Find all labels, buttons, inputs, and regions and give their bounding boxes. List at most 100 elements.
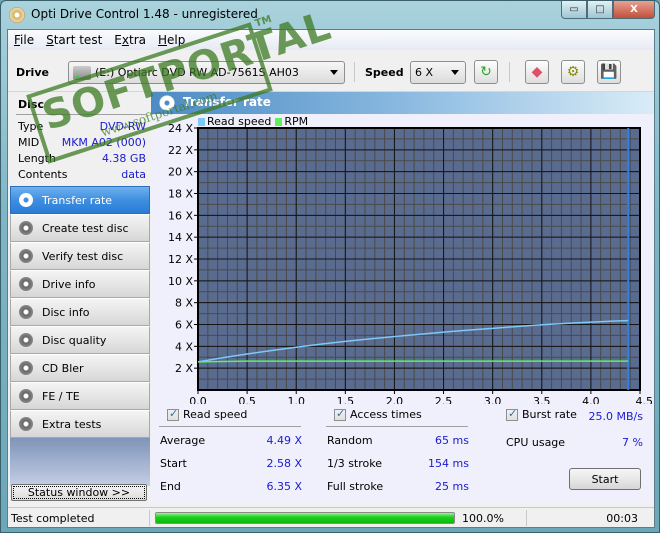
burst-rate-checkbox[interactable]: Burst rate: [506, 407, 577, 421]
disc-icon: [19, 221, 33, 235]
y-tick-label: 16 X: [168, 209, 193, 222]
y-tick-label: 24 X: [168, 122, 193, 135]
refresh-icon: ↻: [480, 64, 492, 80]
save-button[interactable]: 💾: [597, 60, 621, 84]
x-tick-label: 1.0: [287, 395, 305, 404]
erase-button[interactable]: ◆: [525, 60, 549, 84]
x-tick-label: 0.5: [238, 395, 256, 404]
stat-cpu-usage: CPU usage 7 %: [506, 436, 643, 449]
nav-disc-quality[interactable]: Disc quality: [10, 326, 150, 354]
read-speed-checkbox[interactable]: Read speed: [167, 407, 247, 421]
y-tick-label: 12 X: [168, 253, 193, 266]
access-times-checkbox[interactable]: Access times: [334, 407, 422, 421]
progress-bar: [155, 512, 455, 524]
nav-verify-test-disc[interactable]: Verify test disc: [10, 242, 150, 270]
disc-info-box: Disc Type DVD-RW MID MKM A02 (000) Length 4…: [10, 94, 150, 186]
divider: [526, 510, 527, 526]
elapsed-time: 00:03: [606, 512, 638, 525]
menu-help[interactable]: Help: [158, 33, 185, 47]
transfer-rate-chart: 2 X 4 X 6 X 8 X 10 X 12 X 14 X 16 X 18 X 20 X 22 X…: [168, 122, 654, 404]
y-tick-label: 10 X: [168, 275, 193, 288]
refresh-button[interactable]: ↻: [474, 60, 498, 84]
checkbox-checked-icon: [167, 407, 179, 421]
nav-extra-tests[interactable]: Extra tests: [10, 410, 150, 438]
close-button[interactable]: X: [613, 1, 655, 19]
menu-file[interactable]: File: [14, 33, 34, 47]
toolbar: Drive (E:) Optiarc DVD RW AD-7561S AH03 …: [8, 52, 654, 92]
divider: [326, 426, 468, 427]
disc-row-type: Type DVD-RW: [18, 120, 146, 133]
nav-disc-info[interactable]: Disc info: [10, 298, 150, 326]
nav-cd-bler[interactable]: CD Bler: [10, 354, 150, 382]
x-tick-label: 4.5 GB: [635, 395, 654, 404]
maximize-button[interactable]: □: [587, 1, 613, 19]
test-nav: Transfer rate Create test disc Verify te…: [10, 186, 150, 438]
start-button[interactable]: Start: [569, 468, 641, 490]
drive-label: Drive: [16, 66, 49, 79]
disc-icon: [19, 277, 33, 291]
menu-extra[interactable]: Extra: [114, 33, 146, 47]
transfer-rate-panel: Transfer rate Read speed RPM 2 X4 X6 X8 …: [151, 92, 654, 504]
x-tick-label: 3.0: [484, 395, 502, 404]
y-tick-label: 2 X: [175, 362, 193, 375]
speed-select-value: 6 X: [415, 66, 434, 79]
app-window: Opti Drive Control 1.48 - unregistered ▭…: [0, 0, 660, 533]
status-window-button[interactable]: Status window >>: [11, 484, 147, 501]
disc-row-mid: MID MKM A02 (000): [18, 136, 146, 149]
progress-percent: 100.0%: [462, 512, 504, 525]
left-panel: Disc Type DVD-RW MID MKM A02 (000) Length 4…: [8, 94, 150, 492]
x-tick-label: 1.5: [337, 395, 355, 404]
series-line-rpm: [197, 360, 629, 363]
x-tick-label: 0.0: [189, 395, 207, 404]
disc-icon: [19, 305, 33, 319]
stat-full-stroke: Full stroke 25 ms: [327, 480, 469, 493]
toolbar-divider: [509, 62, 510, 82]
speed-label: Speed: [365, 66, 404, 79]
nav-background: [10, 438, 150, 486]
checkbox-checked-icon: [334, 407, 346, 421]
status-bar: Test completed 100.0% 00:03: [8, 507, 654, 527]
nav-drive-info[interactable]: Drive info: [10, 270, 150, 298]
disc-row-contents: Contents data: [18, 168, 146, 181]
chevron-down-icon: [330, 70, 338, 75]
stats-panel: Read speed Average4.49 X Start2.58 X End…: [151, 404, 654, 504]
minimize-button[interactable]: ▭: [561, 1, 587, 19]
y-tick-label: 14 X: [168, 231, 193, 244]
nav-create-test-disc[interactable]: Create test disc: [10, 214, 150, 242]
stat-random: Random 65 ms: [327, 434, 469, 447]
menu-start-test[interactable]: Start test: [46, 33, 102, 47]
disc-heading: Disc: [18, 98, 44, 111]
x-tick-label: 2.0: [386, 395, 404, 404]
divider: [16, 114, 146, 115]
disc-icon: [19, 417, 33, 431]
disc-icon: [19, 193, 33, 207]
gears-icon: ⚙: [566, 64, 580, 80]
menu-bar: File Start test Extra Help: [8, 30, 654, 50]
client-area: File Start test Extra Help Drive (E:) Op…: [7, 29, 655, 528]
nav-transfer-rate[interactable]: Transfer rate: [10, 186, 150, 214]
divider: [159, 426, 301, 427]
eraser-icon: ◆: [531, 64, 543, 80]
progress-fill: [156, 513, 454, 523]
settings-button[interactable]: ⚙: [561, 60, 585, 84]
chevron-down-icon: [451, 70, 459, 75]
drive-select[interactable]: (E:) Optiarc DVD RW AD-7561S AH03: [68, 61, 345, 84]
stat-start: Start 2.58 X: [160, 457, 302, 470]
disc-icon: [19, 333, 33, 347]
x-tick-label: 4.0: [582, 395, 600, 404]
speed-select[interactable]: 6 X: [410, 61, 466, 84]
x-tick-label: 2.5: [435, 395, 453, 404]
app-disc-icon: [9, 7, 25, 23]
y-tick-label: 20 X: [168, 166, 193, 179]
divider: [149, 510, 150, 526]
toolbar-divider: [354, 62, 355, 82]
nav-fe-te[interactable]: FE / TE: [10, 382, 150, 410]
y-tick-label: 18 X: [168, 188, 193, 201]
checkbox-checked-icon: [506, 407, 518, 421]
burst-rate-value: 25.0 MB/s: [588, 410, 643, 423]
floppy-save-icon: 💾: [600, 64, 618, 80]
disc-icon: [19, 249, 33, 263]
y-tick-label: 22 X: [168, 144, 193, 157]
y-tick-label: 8 X: [175, 297, 193, 310]
y-tick-label: 4 X: [175, 340, 193, 353]
